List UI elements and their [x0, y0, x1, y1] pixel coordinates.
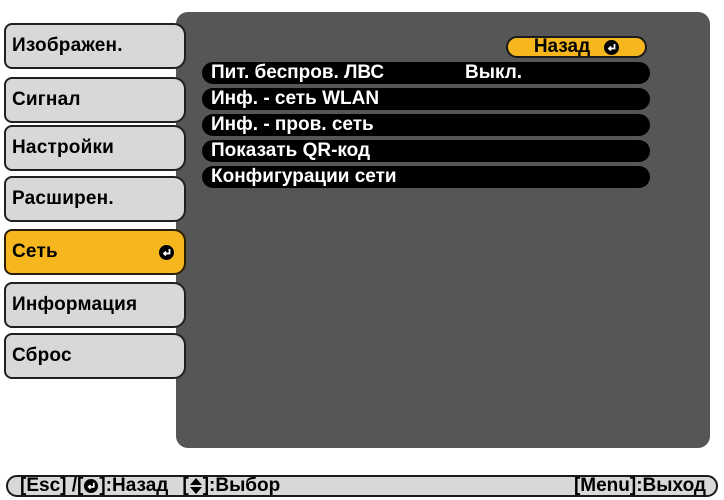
back-button[interactable]: Назад: [506, 36, 647, 58]
tab-label: Настройки: [12, 137, 115, 158]
menu-item-show-qr[interactable]: Показать QR-код: [202, 140, 650, 162]
menu-item-label: Показать QR-код: [211, 140, 371, 161]
tab-reset[interactable]: Сброс: [4, 333, 186, 379]
tab-image[interactable]: Изображен.: [4, 23, 186, 69]
status-select-suffix: ]:Выбор: [202, 475, 281, 496]
up-down-arrow-icon: [189, 478, 203, 494]
tab-signal[interactable]: Сигнал: [4, 77, 186, 123]
tab-information[interactable]: Информация: [4, 282, 186, 328]
tab-label: Расширен.: [12, 188, 114, 209]
menu-item-network-config[interactable]: Конфигурации сети: [202, 166, 650, 188]
tab-extended[interactable]: Расширен.: [4, 176, 186, 222]
status-select-hint: [ ]:Выбор: [182, 475, 280, 497]
tab-label: Сигнал: [12, 89, 81, 110]
status-esc-suffix: ]:Назад: [99, 475, 169, 496]
tab-settings[interactable]: Настройки: [4, 125, 186, 171]
menu-item-wired-info[interactable]: Инф. - пров. сеть: [202, 114, 650, 136]
menu-item-wlan-info[interactable]: Инф. - сеть WLAN: [202, 88, 650, 110]
tab-label: Сеть: [12, 241, 58, 262]
status-back-hint: [Esc] /[ ]:Назад: [20, 475, 168, 497]
enter-icon: [84, 479, 99, 493]
status-bar: [Esc] /[ ]:Назад [ ]:Выбор [Menu]:Выход: [6, 475, 718, 497]
tab-network[interactable]: Сеть: [4, 229, 186, 275]
tab-label: Изображен.: [12, 35, 123, 56]
menu-item-wireless-lan-power[interactable]: Пит. беспров. ЛВС Выкл.: [202, 62, 650, 84]
status-exit-hint: [Menu]:Выход: [573, 475, 706, 496]
menu-item-label: Инф. - сеть WLAN: [211, 88, 380, 109]
back-label: Назад: [533, 36, 591, 57]
menu-item-label: Конфигурации сети: [211, 166, 397, 187]
menu-item-label: Пит. беспров. ЛВС: [211, 62, 385, 83]
enter-icon: [159, 245, 174, 260]
enter-icon: [604, 39, 620, 55]
tab-label: Сброс: [12, 345, 72, 366]
menu-item-label: Инф. - пров. сеть: [211, 114, 374, 135]
menu-item-value: Выкл.: [465, 62, 523, 83]
status-esc-prefix: [Esc] /[: [20, 475, 84, 496]
tab-label: Информация: [12, 294, 138, 315]
